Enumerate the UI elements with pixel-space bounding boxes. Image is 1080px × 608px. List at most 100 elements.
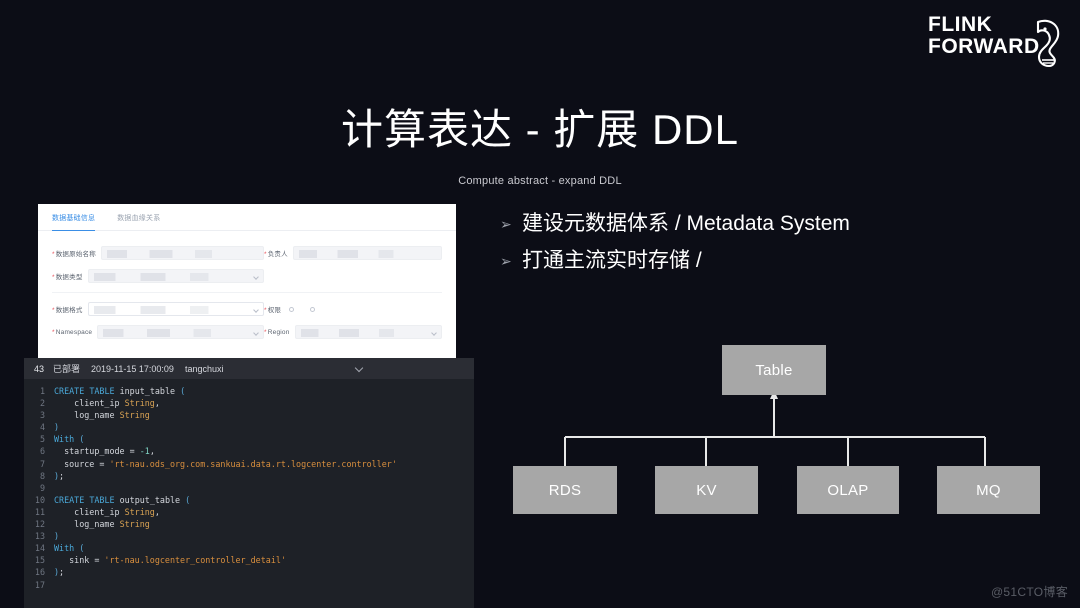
field-data-type: *数据类型 (52, 269, 264, 283)
form-row: *数据原始名称 *负责人 (52, 246, 442, 260)
form-row: *数据类型 (52, 269, 442, 283)
bullet-arrow-icon: ➢ (500, 253, 512, 269)
field-label: *数据格式 (52, 307, 83, 314)
sql-editor-screenshot: 43 已部署 2019-11-15 17:00:09 tangchuxi 1 CR… (24, 358, 474, 608)
code-line: 9 (24, 482, 474, 494)
storage-architecture-diagram: Table RDS KV OLAP MQ (500, 340, 1060, 530)
code-line: 10 CREATE TABLE output_table ( (24, 494, 474, 506)
field-permission: *权限 (264, 304, 442, 314)
line-number: 1 (39, 386, 45, 396)
field-data-format: *数据格式 (52, 302, 264, 316)
code-text: With ( (54, 543, 85, 554)
diagram-node-rds: RDS (513, 466, 617, 514)
line-number: 15 (34, 555, 45, 566)
code-line: 6 startup_mode = -1, (24, 445, 474, 457)
squirrel-icon (1036, 19, 1060, 68)
form-body: *数据原始名称 *负责人 *数据类型 *数据格式 *权限 *Namespace … (38, 231, 456, 339)
tab-lineage[interactable]: 数据血缘关系 (117, 213, 160, 230)
diagram-node-mq: MQ (937, 466, 1040, 514)
code-text: client_ip String, (54, 398, 160, 409)
line-number: 2 (39, 398, 45, 409)
metadata-form-screenshot: 数据基础信息 数据血缘关系 *数据原始名称 *负责人 *数据类型 *数据格式 *… (38, 204, 456, 360)
radio-label (318, 306, 321, 312)
line-number: 5 (39, 434, 45, 445)
line-number: 17 (34, 579, 45, 590)
code-line: 4) (24, 421, 474, 433)
chevron-down-icon[interactable] (354, 363, 364, 373)
line-number: 11 (34, 506, 45, 517)
code-text: ) (54, 531, 60, 542)
input-placeholder-ghost (300, 329, 427, 337)
code-line: 13) (24, 530, 474, 542)
owner-input[interactable] (292, 246, 442, 260)
data-format-select[interactable] (87, 302, 264, 316)
line-number: 8 (39, 470, 45, 481)
form-row: *Namespace *Region (52, 325, 442, 339)
chevron-down-icon (253, 273, 259, 280)
code-line: 16); (24, 566, 474, 578)
line-number: 12 (34, 519, 45, 530)
source-name-input[interactable] (100, 246, 264, 260)
form-divider (52, 292, 442, 293)
field-label: *数据类型 (52, 274, 83, 281)
input-placeholder-ghost (103, 329, 249, 337)
line-number: 9 (39, 482, 45, 493)
code-text: sink = 'rt-nau.logcenter_controller_deta… (54, 555, 286, 566)
timestamp: 2019-11-15 17:00:09 (91, 363, 174, 374)
bullet-item: ➢ 打通主流实时存储 / (500, 245, 1060, 278)
required-mark: * (52, 328, 55, 336)
data-type-select[interactable] (87, 269, 264, 283)
field-label: *Namespace (52, 328, 93, 336)
field-label: *数据原始名称 (52, 251, 96, 258)
code-line: 1 CREATE TABLE input_table ( (24, 385, 474, 397)
code-text: CREATE TABLE input_table ( (54, 386, 186, 396)
field-region: *Region (264, 325, 442, 339)
region-select[interactable] (294, 325, 442, 339)
required-mark: * (52, 307, 55, 314)
line-number: 13 (34, 531, 45, 542)
code-line: 8); (24, 470, 474, 482)
line-number: 10 (34, 494, 45, 505)
required-mark: * (264, 307, 267, 314)
code-line: 5 With ( (24, 433, 474, 445)
code-text: client_ip String, (54, 506, 160, 517)
field-label: *Region (264, 328, 290, 336)
code-line: 7 source = 'rt-nau.ods_org.com.sankuai.d… (24, 458, 474, 470)
bullet-list: ➢ 建设元数据体系 / Metadata System ➢ 打通主流实时存储 / (500, 208, 1060, 282)
field-namespace: *Namespace (52, 325, 264, 339)
input-placeholder-ghost (93, 273, 249, 281)
line-number: 16 (34, 567, 45, 578)
bullet-item: ➢ 建设元数据体系 / Metadata System (500, 208, 1060, 241)
code-line: 14 With ( (24, 542, 474, 554)
bullet-arrow-icon: ➢ (500, 216, 512, 232)
permission-radio-group[interactable] (286, 306, 322, 312)
editor-header: 43 已部署 2019-11-15 17:00:09 tangchuxi (24, 358, 474, 379)
radio-option[interactable] (310, 306, 321, 312)
flink-forward-logo: FLINK FORWARD (928, 13, 1060, 74)
tab-basic-info[interactable]: 数据基础信息 (52, 213, 96, 231)
required-mark: * (52, 274, 55, 281)
code-line: 3 log_name String (24, 409, 474, 421)
code-text: With ( (54, 434, 85, 445)
code-line: 11 client_ip String, (24, 506, 474, 518)
chevron-down-icon (253, 329, 259, 336)
radio-label (297, 306, 300, 312)
code-text: ); (54, 470, 65, 481)
radio-dot-icon (310, 306, 316, 312)
bullet-text: 建设元数据体系 / Metadata System (522, 212, 850, 235)
code-line: 15 sink = 'rt-nau.logcenter_controller_d… (24, 554, 474, 566)
code-text: source = 'rt-nau.ods_org.com.sankuai.dat… (54, 458, 397, 469)
diagram-node-olap: OLAP (797, 466, 899, 514)
diagram-node-table: Table (722, 345, 826, 395)
line-number: 6 (39, 446, 45, 457)
radio-option[interactable] (289, 306, 300, 312)
bullet-text: 打通主流实时存储 / (522, 249, 702, 272)
job-number: 43 (34, 363, 45, 374)
namespace-select[interactable] (97, 325, 264, 339)
code-text: log_name String (54, 519, 150, 530)
page-title: 计算表达 - 扩展 DDL (340, 106, 739, 153)
code-text: CREATE TABLE output_table ( (54, 494, 191, 505)
code-lines: 1 CREATE TABLE input_table ( 2 client_ip S… (24, 379, 474, 591)
status-badge: 已部署 (53, 364, 81, 374)
form-tab-bar: 数据基础信息 数据血缘关系 (38, 204, 456, 231)
